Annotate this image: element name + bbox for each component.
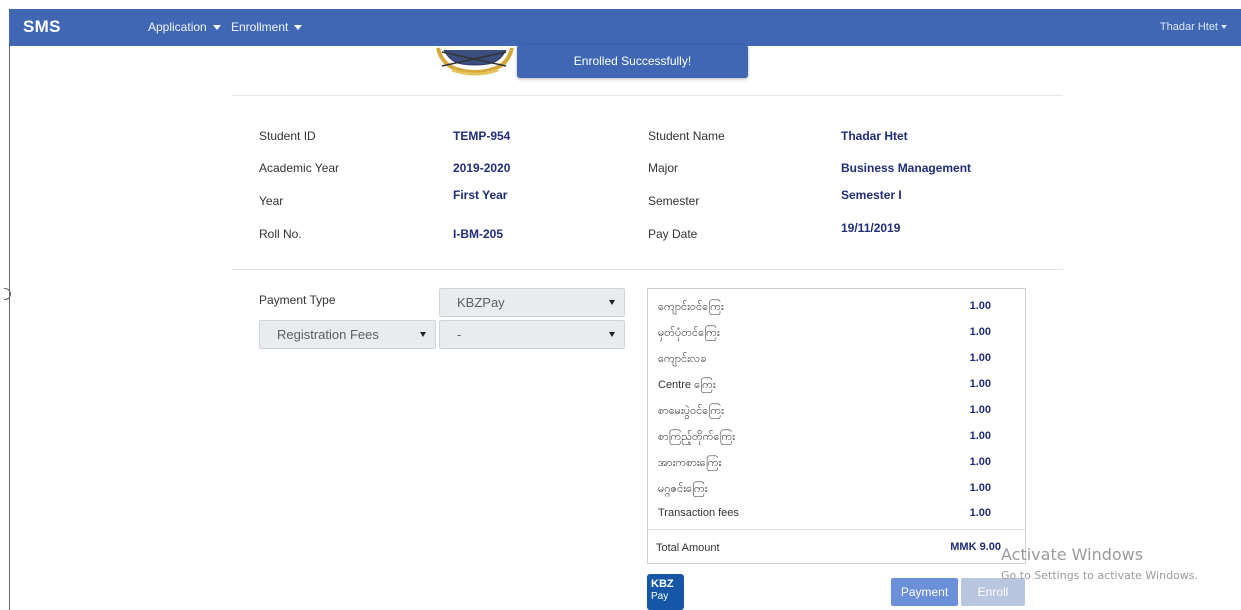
fee-name: မှတ်ပုံတင်ကြေး [658,327,720,339]
activate-windows-hint: Go to Settings to activate Windows. [1001,569,1199,582]
payment-type-select[interactable]: KBZPay [439,288,625,317]
semester-value: Semester I [841,188,902,202]
student-name-label: Student Name [648,129,725,143]
fee-amount: 1.00 [969,352,991,364]
fee-name: Centre ကြေး [658,379,716,391]
divider [648,529,1025,530]
fee-row: မှတ်ပုံတင်ကြေး 1.00 [658,326,991,342]
fee-row: မဂ္ဂဇင်းကြေး 1.00 [658,482,991,498]
student-id-value: TEMP-954 [453,129,511,143]
major-label: Major [648,161,679,175]
year-value: First Year [453,188,508,202]
payment-type-value: KBZPay [457,295,505,310]
major-value: Business Management [841,161,972,175]
student-id-label: Student ID [259,129,316,143]
fee-category-value: Registration Fees [277,327,379,342]
dropdown-arrow-icon [609,332,615,337]
total-amount-label: Total Amount [656,542,720,554]
kbz-logo-text: KBZ [651,578,674,590]
fee-amount: 1.00 [969,507,991,519]
year-label: Year [259,194,284,208]
kbzpay-logo-icon: KBZ Pay [647,574,684,610]
caret-down-icon [212,25,221,31]
activate-windows-watermark: Activate Windows [1001,545,1144,564]
roll-no-label: Roll No. [259,227,302,241]
fee-name: ကျောင်းလခ [658,353,707,365]
fee-amount: 1.00 [969,482,991,494]
fee-name: စာမေးပွဲဝင်ကြေး [658,405,724,417]
fee-row: စာမေးပွဲဝင်ကြေး 1.00 [658,404,991,420]
total-amount-value: MMK 9.00 [950,541,1001,553]
divider [232,269,1063,270]
user-name: Thadar Htet [1159,21,1218,33]
semester-label: Semester [648,194,700,208]
fee-name: Transaction fees [658,507,739,519]
nav-enrollment-label: Enrollment [231,20,289,34]
fee-amount: 1.00 [969,430,991,442]
fee-sub-value: - [457,327,462,342]
enroll-button[interactable]: Enroll [961,578,1025,606]
fee-amount: 1.00 [969,300,991,312]
academic-year-value: 2019-2020 [453,161,511,175]
caret-down-icon [294,25,303,31]
university-emblem-logo [436,47,514,76]
user-menu[interactable]: Thadar Htet [1160,21,1227,33]
page-border [9,46,10,610]
fee-name: စာကြည့်တိုက်ကြေး [658,431,736,443]
student-name-value: Thadar Htet [841,129,908,143]
top-navbar: SMS Application Enrollment Thadar Htet [9,9,1241,46]
enrolled-success-toast: Enrolled Successfully! [517,45,748,78]
fee-row: Transaction fees 1.00 [658,507,991,519]
divider [232,95,1063,96]
pay-date-label: Pay Date [648,227,698,241]
fee-row: အားကစားကြေး 1.00 [658,456,991,472]
pay-date-value: 19/11/2019 [841,221,901,235]
fee-row: Centre ကြေး 1.00 [658,378,991,394]
academic-year-label: Academic Year [259,161,340,175]
fee-amount: 1.00 [969,326,991,338]
fee-row: စာကြည့်တိုက်ကြေး 1.00 [658,430,991,446]
kbz-logo-subtext: Pay [651,591,669,602]
brand-logo[interactable]: SMS [23,17,61,37]
fee-name: အားကစားကြေး [658,457,722,469]
fee-name: မဂ္ဂဇင်းကြေး [658,483,708,495]
nav-application-dropdown[interactable]: Application [148,20,221,34]
fee-row: ကျောင်းလခ 1.00 [658,352,991,368]
fee-row: ကျောင်းဝင်ကြေး 1.00 [658,300,991,316]
dropdown-arrow-icon [609,300,615,305]
fee-name: ကျောင်းဝင်ကြေး [658,301,724,313]
nav-enrollment-dropdown[interactable]: Enrollment [231,20,303,34]
fee-sub-select[interactable]: - [439,320,625,349]
fee-amount: 1.00 [969,404,991,416]
fee-amount: 1.00 [969,378,991,390]
caret-down-icon [1221,25,1227,30]
fee-breakdown-panel: ကျောင်းဝင်ကြေး 1.00 မှတ်ပုံတင်ကြေး 1.00 … [647,288,1026,564]
nav-application-label: Application [148,20,207,34]
roll-no-value: I-BM-205 [453,227,504,241]
fee-amount: 1.00 [969,456,991,468]
dropdown-arrow-icon [420,332,426,337]
payment-button[interactable]: Payment [891,578,958,606]
payment-type-label: Payment Type [259,293,336,307]
fee-category-select[interactable]: Registration Fees [259,320,436,349]
